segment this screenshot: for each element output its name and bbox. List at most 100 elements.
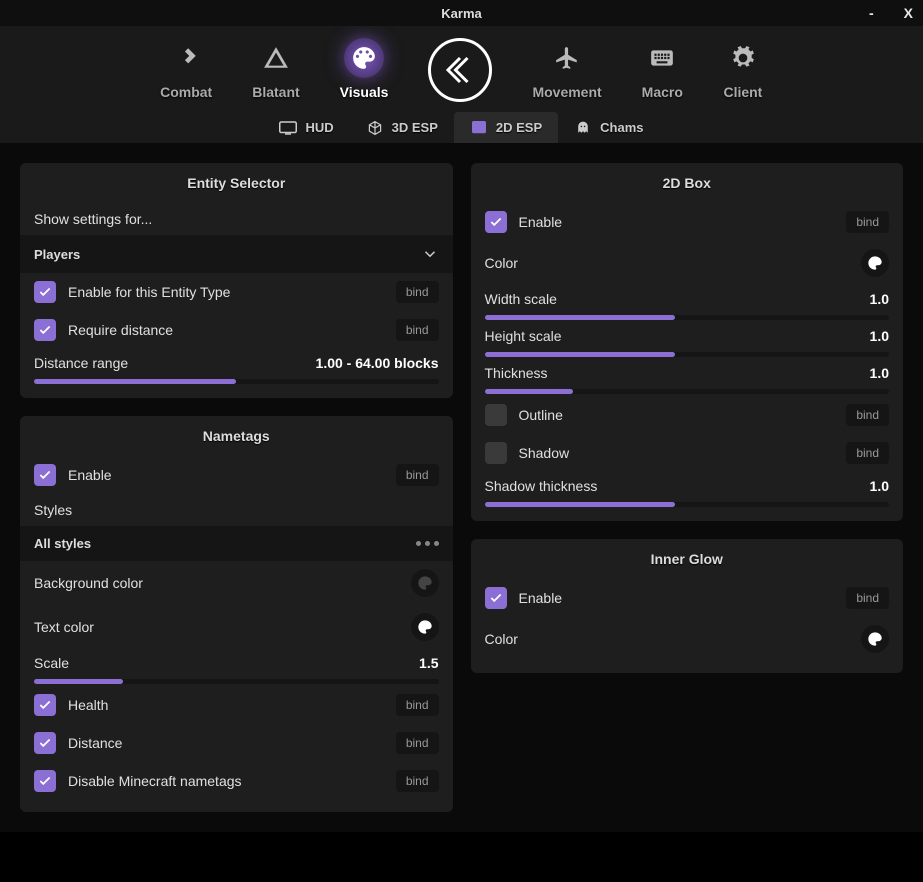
tab-label: Combat bbox=[160, 84, 212, 100]
height-scale-value: 1.0 bbox=[870, 328, 889, 344]
disable-mc-label: Disable Minecraft nametags bbox=[68, 773, 384, 789]
2dbox-enable-checkbox[interactable] bbox=[485, 211, 507, 233]
subtab-2desp[interactable]: 2D ESP bbox=[454, 112, 558, 143]
enable-entity-type-checkbox[interactable] bbox=[34, 281, 56, 303]
outline-label: Outline bbox=[519, 407, 835, 423]
shadow-checkbox[interactable] bbox=[485, 442, 507, 464]
tab-label: Movement bbox=[532, 84, 601, 100]
distance-range-value: 1.00 - 64.00 blocks bbox=[316, 355, 439, 371]
logo[interactable] bbox=[428, 38, 492, 102]
bind-button[interactable]: bind bbox=[846, 587, 889, 609]
title-bar: Karma - X bbox=[0, 0, 923, 26]
subtab-label: HUD bbox=[305, 120, 333, 135]
text-color-label: Text color bbox=[34, 619, 399, 635]
dots-icon bbox=[416, 541, 439, 546]
text-color-button[interactable] bbox=[411, 613, 439, 641]
bind-button[interactable]: bind bbox=[396, 732, 439, 754]
height-scale-slider[interactable] bbox=[485, 352, 890, 357]
distance-label: Distance bbox=[68, 735, 384, 751]
2dbox-enable-label: Enable bbox=[519, 214, 835, 230]
require-distance-checkbox[interactable] bbox=[34, 319, 56, 341]
plane-icon bbox=[547, 38, 587, 78]
disable-mc-checkbox[interactable] bbox=[34, 770, 56, 792]
square-icon bbox=[470, 121, 488, 135]
distance-range-slider[interactable] bbox=[34, 379, 439, 384]
bind-button[interactable]: bind bbox=[396, 694, 439, 716]
scale-slider[interactable] bbox=[34, 679, 439, 684]
panel-title: Inner Glow bbox=[471, 539, 904, 579]
2d-box-panel: 2D Box Enable bind Color Width scale 1.0… bbox=[471, 163, 904, 521]
color-button[interactable] bbox=[861, 249, 889, 277]
bind-button[interactable]: bind bbox=[846, 211, 889, 233]
enable-entity-type-label: Enable for this Entity Type bbox=[68, 284, 384, 300]
width-scale-label: Width scale bbox=[485, 291, 870, 307]
warning-icon bbox=[256, 38, 296, 78]
nametags-enable-label: Enable bbox=[68, 467, 384, 483]
nav: Combat Blatant Visuals Movement Macro Cl… bbox=[0, 26, 923, 143]
distance-checkbox[interactable] bbox=[34, 732, 56, 754]
color-label: Color bbox=[485, 255, 850, 271]
tab-movement[interactable]: Movement bbox=[532, 38, 601, 102]
outline-checkbox[interactable] bbox=[485, 404, 507, 426]
require-distance-label: Require distance bbox=[68, 322, 384, 338]
show-settings-label: Show settings for... bbox=[34, 211, 439, 227]
bg-color-button[interactable] bbox=[411, 569, 439, 597]
tab-blatant[interactable]: Blatant bbox=[252, 38, 299, 102]
scale-label: Scale bbox=[34, 655, 419, 671]
subtab-label: 2D ESP bbox=[496, 120, 542, 135]
glow-enable-checkbox[interactable] bbox=[485, 587, 507, 609]
styles-label: Styles bbox=[34, 502, 439, 518]
tab-visuals[interactable]: Visuals bbox=[340, 38, 389, 102]
distance-range-label: Distance range bbox=[34, 355, 316, 371]
title-text: Karma bbox=[441, 6, 481, 21]
bind-button[interactable]: bind bbox=[396, 464, 439, 486]
bind-button[interactable]: bind bbox=[396, 319, 439, 341]
thickness-label: Thickness bbox=[485, 365, 870, 381]
tab-label: Macro bbox=[642, 84, 683, 100]
thickness-slider[interactable] bbox=[485, 389, 890, 394]
chevron-down-icon bbox=[421, 245, 439, 263]
glow-color-button[interactable] bbox=[861, 625, 889, 653]
shadow-thickness-label: Shadow thickness bbox=[485, 478, 870, 494]
palette-icon bbox=[344, 38, 384, 78]
bind-button[interactable]: bind bbox=[846, 404, 889, 426]
glow-color-label: Color bbox=[485, 631, 850, 647]
entity-dropdown[interactable]: Players bbox=[20, 235, 453, 273]
glow-enable-label: Enable bbox=[519, 590, 835, 606]
ghost-icon bbox=[574, 121, 592, 135]
close-button[interactable]: X bbox=[904, 5, 913, 21]
tab-combat[interactable]: Combat bbox=[160, 38, 212, 102]
subtab-label: Chams bbox=[600, 120, 643, 135]
width-scale-slider[interactable] bbox=[485, 315, 890, 320]
subtab-3desp[interactable]: 3D ESP bbox=[350, 112, 454, 143]
bind-button[interactable]: bind bbox=[396, 770, 439, 792]
minimize-button[interactable]: - bbox=[869, 5, 874, 21]
scale-value: 1.5 bbox=[419, 655, 438, 671]
health-label: Health bbox=[68, 697, 384, 713]
tab-label: Client bbox=[723, 84, 762, 100]
shadow-thickness-value: 1.0 bbox=[870, 478, 889, 494]
nametags-panel: Nametags Enable bind Styles All styles B… bbox=[20, 416, 453, 812]
dropdown-value: All styles bbox=[34, 536, 91, 551]
bind-button[interactable]: bind bbox=[396, 281, 439, 303]
gear-icon bbox=[723, 38, 763, 78]
tab-client[interactable]: Client bbox=[723, 38, 763, 102]
panel-title: Nametags bbox=[20, 416, 453, 456]
subtab-hud[interactable]: HUD bbox=[263, 112, 349, 143]
styles-dropdown[interactable]: All styles bbox=[20, 526, 453, 561]
shadow-thickness-slider[interactable] bbox=[485, 502, 890, 507]
height-scale-label: Height scale bbox=[485, 328, 870, 344]
cube-icon bbox=[366, 121, 384, 135]
shadow-label: Shadow bbox=[519, 445, 835, 461]
inner-glow-panel: Inner Glow Enable bind Color bbox=[471, 539, 904, 673]
health-checkbox[interactable] bbox=[34, 694, 56, 716]
entity-selector-panel: Entity Selector Show settings for... Pla… bbox=[20, 163, 453, 398]
tab-label: Blatant bbox=[252, 84, 299, 100]
bind-button[interactable]: bind bbox=[846, 442, 889, 464]
thickness-value: 1.0 bbox=[870, 365, 889, 381]
monitor-icon bbox=[279, 121, 297, 135]
tab-macro[interactable]: Macro bbox=[642, 38, 683, 102]
dropdown-value: Players bbox=[34, 247, 80, 262]
nametags-enable-checkbox[interactable] bbox=[34, 464, 56, 486]
subtab-chams[interactable]: Chams bbox=[558, 112, 659, 143]
